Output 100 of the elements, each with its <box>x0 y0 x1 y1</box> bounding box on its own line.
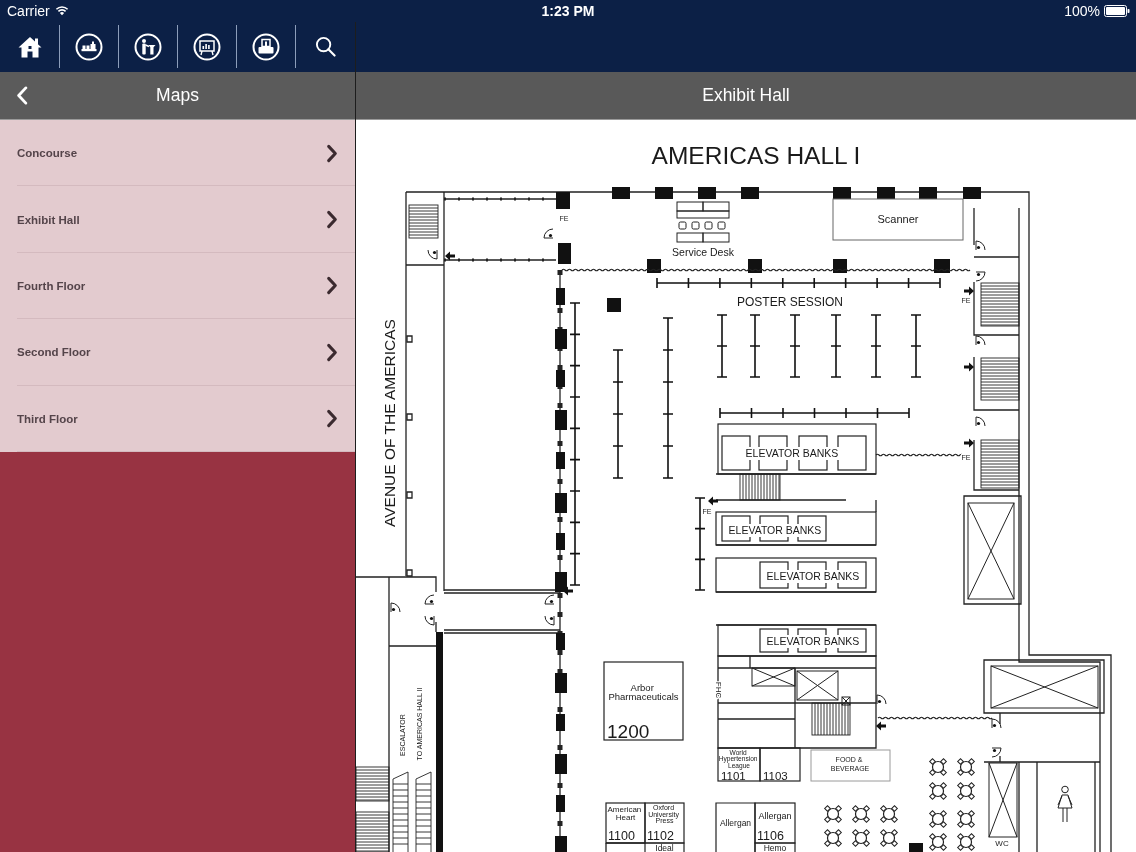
booth-number: 1200 <box>607 721 650 742</box>
column-marker <box>909 843 923 852</box>
exhibitor-name: Allergan <box>719 818 752 828</box>
detail-title: Exhibit Hall <box>702 85 790 106</box>
dining-table-icon <box>852 829 870 847</box>
shaft-drawing <box>841 696 851 706</box>
map-sign-label: FHC <box>714 681 723 699</box>
door-swing-icon <box>991 718 1002 729</box>
door-swing-icon <box>975 335 986 346</box>
wifi-icon <box>54 5 69 16</box>
poster-board <box>910 314 922 378</box>
column-marker <box>556 533 565 550</box>
poster-board <box>716 314 728 378</box>
door-swing-icon <box>975 271 986 282</box>
exit-arrow-icon <box>563 586 573 596</box>
home-icon <box>17 35 42 58</box>
poster-board <box>830 314 842 378</box>
service-desk-drawing <box>676 201 730 243</box>
column-marker <box>963 187 981 199</box>
kiosk-icon <box>252 32 280 61</box>
battery-icon <box>1104 5 1130 17</box>
staircase-drawing <box>980 439 1020 489</box>
poster-board <box>870 314 882 378</box>
column-marker <box>555 493 567 513</box>
area-label: POSTER SESSION <box>737 295 843 309</box>
dining-table-icon <box>957 758 975 776</box>
booth-number: 1100 <box>608 829 635 843</box>
door-swing-icon <box>876 694 887 705</box>
exit-arrow-icon <box>964 286 974 296</box>
exit-arrow-icon <box>445 251 455 261</box>
column-marker <box>748 259 762 273</box>
elevator-bank-label: ELEVATOR BANKS <box>766 570 860 582</box>
column-marker <box>555 572 567 592</box>
exhibitor-name: Arbor Pharmaceuticals <box>608 682 679 702</box>
column-marker <box>647 259 661 273</box>
door-swing-icon <box>427 249 438 260</box>
door-swing-icon <box>424 615 435 626</box>
dining-table-icon <box>929 810 947 828</box>
exit-arrow-icon <box>964 438 974 448</box>
dining-table-icon <box>824 805 842 823</box>
elevator-bank-label: ELEVATOR BANKS <box>745 447 839 459</box>
column-marker <box>555 754 567 774</box>
poster-board <box>789 314 801 378</box>
area-label: Service Desk <box>672 246 734 258</box>
booth-number: 1101 <box>721 769 746 782</box>
dining-table-icon <box>929 782 947 800</box>
door-swing-icon <box>390 602 401 613</box>
column-marker <box>555 836 567 852</box>
exhibitor-name: Allergan <box>758 811 792 821</box>
booth-number: 1103 <box>763 769 788 782</box>
chevron-right-icon <box>326 276 338 296</box>
restroom-woman-icon <box>1057 785 1073 823</box>
chevron-right-icon <box>326 143 338 163</box>
column-marker <box>556 714 565 731</box>
door-swing-icon <box>543 228 554 239</box>
dining-table-icon <box>957 810 975 828</box>
door-swing-icon <box>991 747 1002 758</box>
staircase-drawing <box>408 204 439 239</box>
column-marker <box>555 410 567 430</box>
chevron-right-icon <box>326 409 338 429</box>
door-swing-icon <box>544 594 555 605</box>
hall-title: AMERICAS HALL I <box>651 142 861 169</box>
street-label: AVENUE OF THE AMERICAS <box>381 319 398 527</box>
dining-table-icon <box>929 758 947 776</box>
door-swing-icon <box>424 594 435 605</box>
column-marker <box>833 187 851 199</box>
exhibitor-name: Hemo <box>763 843 787 852</box>
column-marker <box>556 370 565 387</box>
column-marker <box>558 243 571 264</box>
chevron-left-icon <box>16 86 28 105</box>
shelf-items-icon <box>75 32 103 61</box>
exit-arrow-icon <box>876 721 886 731</box>
column-marker <box>919 187 937 199</box>
staircase-drawing <box>811 702 851 736</box>
column-marker <box>607 298 621 312</box>
column-marker <box>556 192 570 209</box>
column-marker <box>556 795 565 812</box>
column-marker <box>556 452 565 469</box>
exhibitor-name: American Heart <box>607 805 642 822</box>
column-marker <box>556 633 565 650</box>
column-marker <box>833 259 847 273</box>
carrier-name: Carrier <box>7 3 50 19</box>
dining-table-icon <box>957 782 975 800</box>
chevron-right-icon <box>326 210 338 230</box>
dining-table-icon <box>824 829 842 847</box>
speaker-podium-icon <box>134 32 162 61</box>
dining-table-icon <box>880 805 898 823</box>
door-swing-icon <box>975 416 986 427</box>
column-marker <box>698 187 716 199</box>
dining-table-icon <box>880 829 898 847</box>
column-marker <box>655 187 673 199</box>
staircase-drawing <box>980 282 1020 327</box>
column-marker <box>555 673 567 693</box>
exit-arrow-icon <box>964 362 974 372</box>
poster-board <box>749 314 761 378</box>
booth-number: 1102 <box>647 829 674 843</box>
status-time: 1:23 PM <box>541 3 595 19</box>
door-swing-icon <box>544 615 555 626</box>
back-button[interactable] <box>16 86 28 105</box>
exhibitor-name: Ideal <box>655 843 674 852</box>
